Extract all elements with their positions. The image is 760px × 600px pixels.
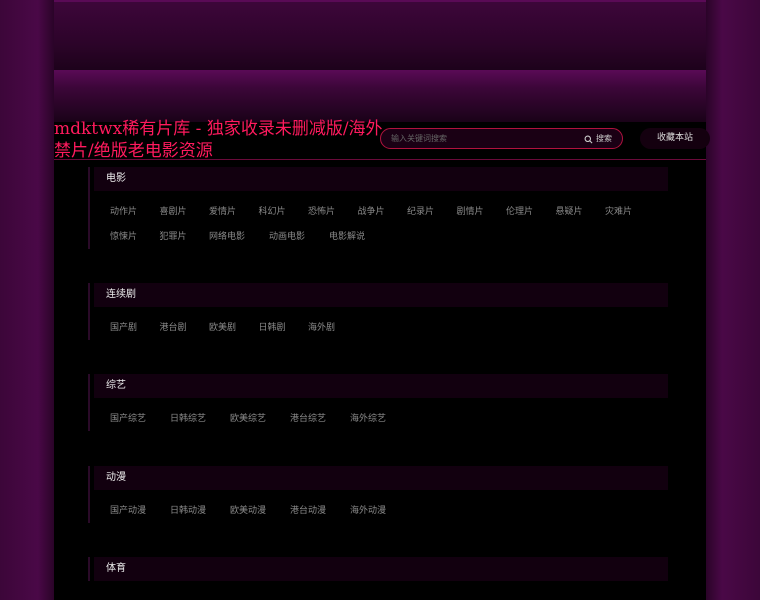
right-background <box>706 0 760 600</box>
header-banner-lower <box>54 70 706 122</box>
category-link[interactable]: 动画电影 <box>269 225 329 249</box>
favorite-button[interactable]: 收藏本站 <box>640 128 710 149</box>
search-input[interactable] <box>391 132 571 145</box>
header-divider <box>54 159 706 160</box>
category-link[interactable]: 海外综艺 <box>350 407 410 431</box>
category-link[interactable]: 海外剧 <box>308 316 358 340</box>
category-link[interactable]: 战争片 <box>358 200 408 224</box>
category-link[interactable]: 日韩剧 <box>259 316 309 340</box>
category-heading[interactable]: 连续剧 <box>94 283 668 307</box>
category-link[interactable]: 国产综艺 <box>110 407 170 431</box>
category-link[interactable]: 电影解说 <box>329 225 389 249</box>
category-link[interactable]: 欧美剧 <box>209 316 259 340</box>
site-title[interactable]: mdktwx稀有片库 - 独家收录未删减版/海外禁片/绝版老电影资源 <box>54 118 384 162</box>
category-link[interactable]: 科幻片 <box>259 200 309 224</box>
category-link[interactable]: 国产剧 <box>110 316 160 340</box>
search-button-label: 搜索 <box>596 134 612 143</box>
category-links: 国产剧 港台剧 欧美剧 日韩剧 海外剧 <box>90 315 668 340</box>
category-link[interactable]: 伦理片 <box>506 200 556 224</box>
category-link[interactable]: 欧美动漫 <box>230 499 290 523</box>
category-link[interactable]: 港台动漫 <box>290 499 350 523</box>
category-link[interactable]: 剧情片 <box>457 200 507 224</box>
category-links: 国产动漫 日韩动漫 欧美动漫 港台动漫 海外动漫 <box>90 498 668 523</box>
category-links: 国产综艺 日韩综艺 欧美综艺 港台综艺 海外综艺 <box>90 406 668 431</box>
category-link[interactable]: 欧美综艺 <box>230 407 290 431</box>
category-heading[interactable]: 电影 <box>94 167 668 191</box>
category-link[interactable]: 日韩综艺 <box>170 407 230 431</box>
category-section: 动漫国产动漫 日韩动漫 欧美动漫 港台动漫 海外动漫 <box>88 466 668 523</box>
category-link[interactable]: 恐怖片 <box>308 200 358 224</box>
category-links: 动作片 喜剧片 爱情片 科幻片 恐怖片 战争片 纪录片 剧情片 伦理片 悬疑片 灾难片惊悚片 犯罪片网… <box>90 199 668 249</box>
category-link[interactable]: 港台剧 <box>160 316 210 340</box>
category-link[interactable]: 灾难片 <box>605 200 655 224</box>
category-link[interactable]: 爱情片 <box>209 200 259 224</box>
category-heading[interactable]: 动漫 <box>94 466 668 490</box>
category-link[interactable]: 纪录片 <box>407 200 457 224</box>
category-section: 电影动作片 喜剧片 爱情片 科幻片 恐怖片 战争片 纪录片 剧情片 伦理片 悬疑片 灾难片惊悚片 犯罪… <box>88 167 668 249</box>
category-heading[interactable]: 体育 <box>94 557 668 581</box>
category-section: 连续剧国产剧 港台剧 欧美剧 日韩剧 海外剧 <box>88 283 668 340</box>
page-container: mdktwx稀有片库 - 独家收录未删减版/海外禁片/绝版老电影资源 搜索 收藏… <box>54 0 710 600</box>
category-link[interactable]: 惊悚片 <box>110 225 160 249</box>
category-link[interactable]: 国产动漫 <box>110 499 170 523</box>
category-link[interactable]: 喜剧片 <box>160 200 210 224</box>
header-banner <box>54 0 706 72</box>
category-link[interactable]: 悬疑片 <box>556 200 606 224</box>
category-link[interactable]: 动作片 <box>110 200 160 224</box>
category-link[interactable]: 海外动漫 <box>350 499 410 523</box>
left-background <box>0 0 54 600</box>
category-section: 综艺国产综艺 日韩综艺 欧美综艺 港台综艺 海外综艺 <box>88 374 668 431</box>
category-link[interactable]: 犯罪片 <box>160 225 210 249</box>
search-box: 搜索 <box>380 128 623 149</box>
search-icon <box>584 135 593 143</box>
category-link[interactable]: 日韩动漫 <box>170 499 230 523</box>
category-link[interactable]: 网络电影 <box>209 225 269 249</box>
category-section: 体育 <box>88 557 668 581</box>
category-heading[interactable]: 综艺 <box>94 374 668 398</box>
search-button[interactable]: 搜索 <box>584 133 612 145</box>
category-link[interactable]: 港台综艺 <box>290 407 350 431</box>
